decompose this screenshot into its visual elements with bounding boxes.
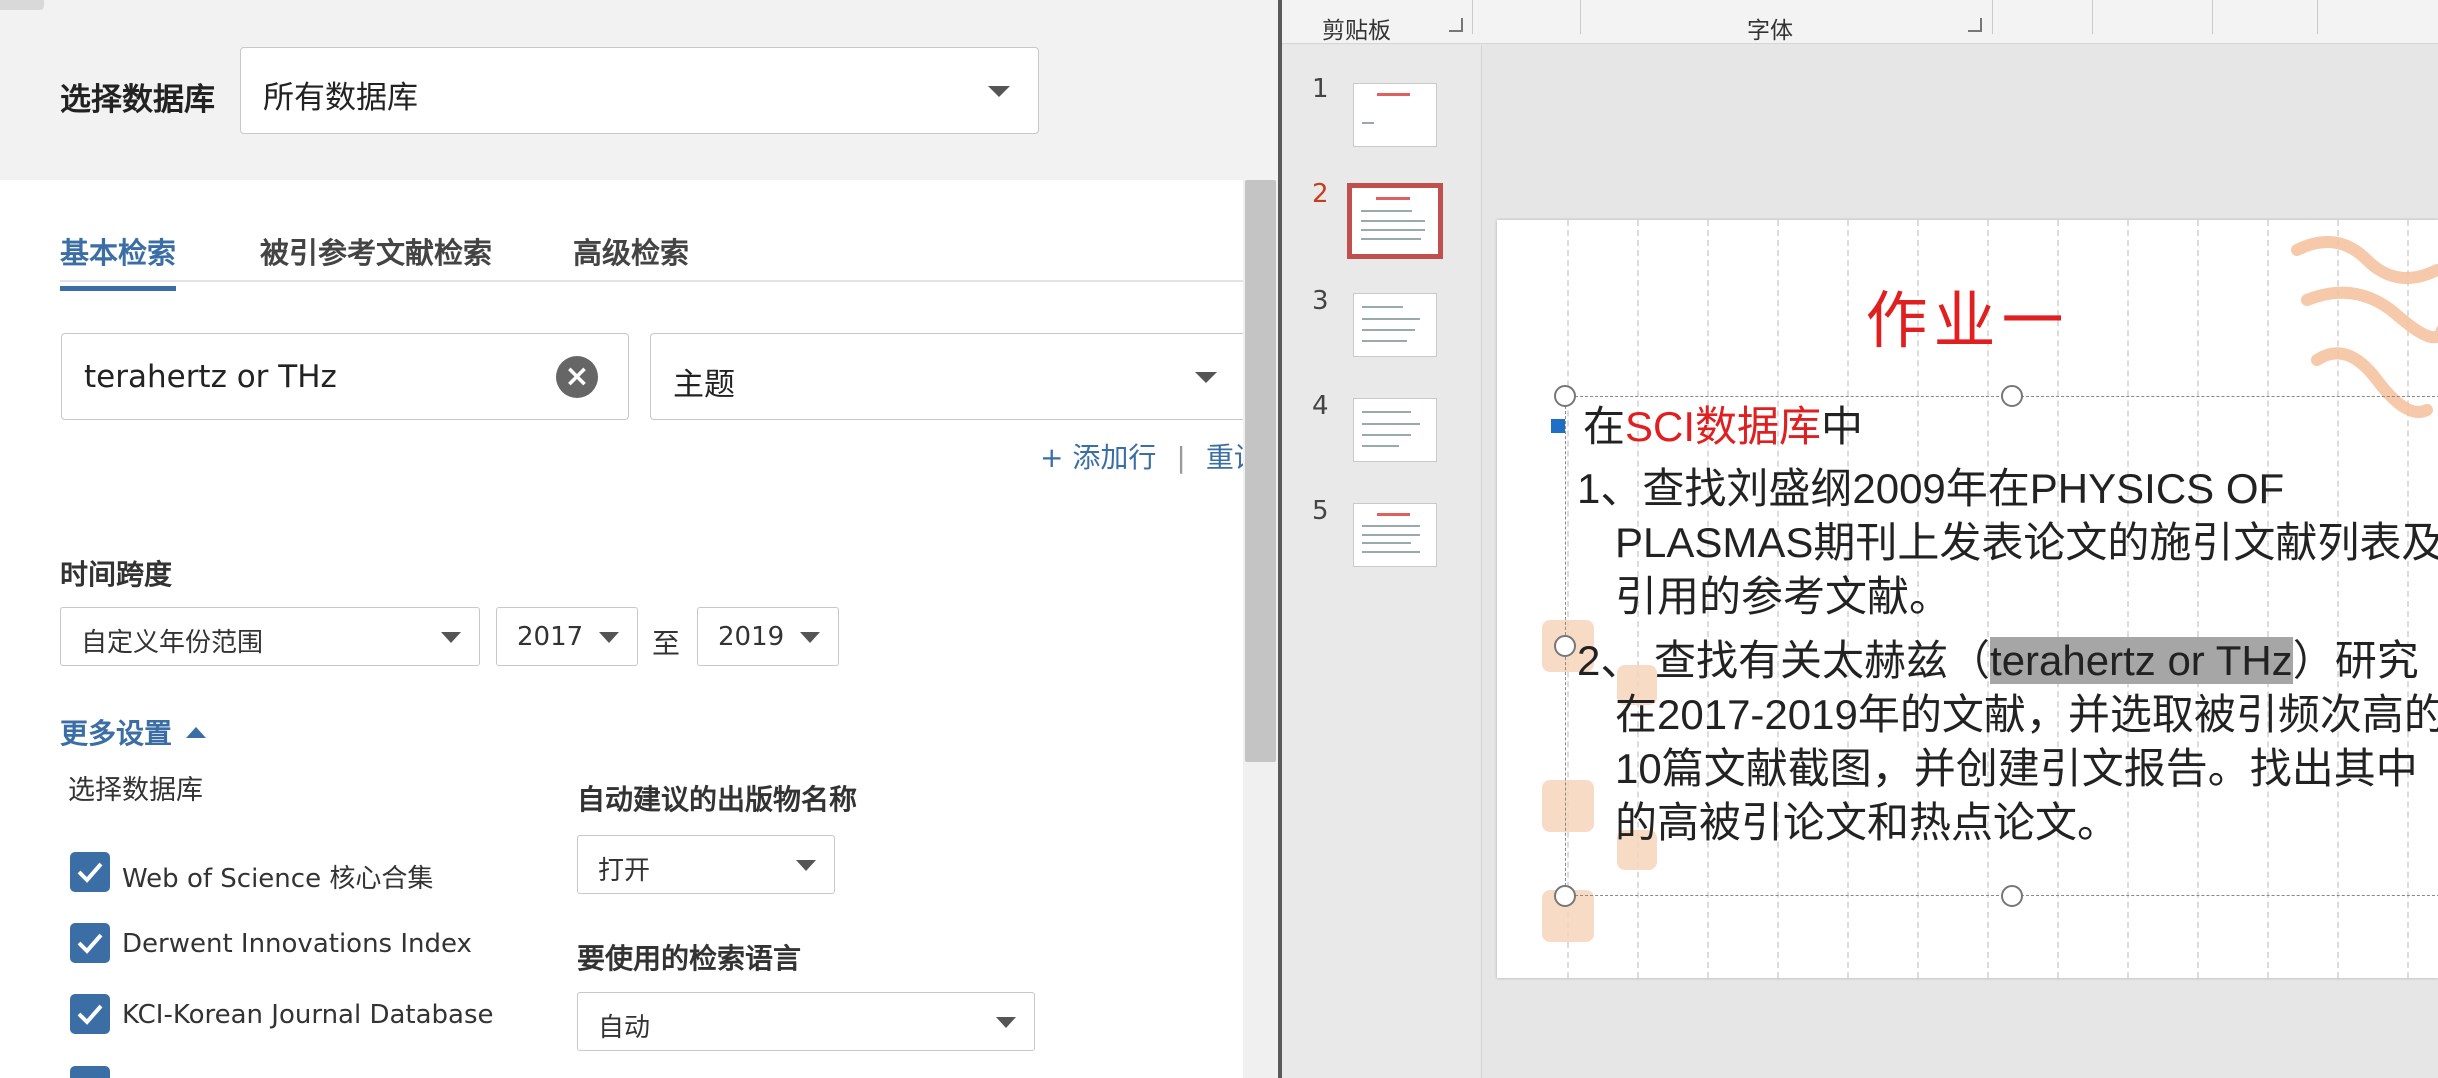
tab-basic-search[interactable]: 基本检索 bbox=[60, 230, 177, 291]
ribbon-group-bar: 剪贴板 字体 bbox=[1282, 0, 2438, 44]
database-label: 选择数据库 bbox=[60, 82, 215, 118]
publication-suggest-value: 打开 bbox=[598, 856, 651, 886]
from-year-value: 2017 bbox=[517, 622, 584, 652]
slide-thumbnail[interactable] bbox=[1353, 503, 1437, 567]
to-label: 至 bbox=[652, 627, 681, 660]
to-year-value: 2019 bbox=[718, 622, 785, 652]
ribbon-separator bbox=[2212, 0, 2213, 34]
bullet-highlight-text: SCI数据库 bbox=[1625, 403, 1822, 450]
slide-number: 5 bbox=[1312, 496, 1329, 526]
ribbon-separator bbox=[2317, 0, 2318, 34]
search-input[interactable]: terahertz or THz × bbox=[61, 333, 629, 420]
row-actions: + 添加行 | 重设 bbox=[1040, 436, 1262, 476]
search-field-value: 主题 bbox=[673, 367, 735, 403]
font-launcher-icon[interactable] bbox=[1968, 18, 1982, 32]
slide-number: 4 bbox=[1312, 391, 1329, 421]
timespan-range-select[interactable]: 自定义年份范围 bbox=[60, 607, 480, 666]
checkbox-checked-icon[interactable] bbox=[70, 994, 110, 1034]
search-language-value: 自动 bbox=[598, 1013, 651, 1043]
resize-handle[interactable] bbox=[1554, 635, 1576, 657]
slide-number: 3 bbox=[1312, 286, 1329, 316]
slide-thumbnail-panel: 1 2 3 4 5 bbox=[1282, 45, 1482, 1078]
publication-suggest-select[interactable]: 打开 bbox=[577, 835, 835, 894]
database-select[interactable]: 所有数据库 bbox=[240, 47, 1039, 134]
search-language-label: 要使用的检索语言 bbox=[577, 942, 802, 975]
chevron-down-icon bbox=[441, 632, 461, 643]
chevron-down-icon bbox=[796, 860, 816, 871]
chevron-down-icon bbox=[988, 86, 1010, 97]
collapse-handle[interactable] bbox=[0, 0, 44, 10]
tab-cited-reference-search[interactable]: 被引参考文献检索 bbox=[260, 230, 492, 286]
resize-handle[interactable] bbox=[1554, 885, 1576, 907]
resize-handle[interactable] bbox=[2001, 885, 2023, 907]
publication-suggest-label: 自动建议的出版物名称 bbox=[577, 783, 858, 816]
bullet-text: 在 bbox=[1583, 403, 1626, 450]
search-field-select[interactable]: 主题 bbox=[650, 333, 1250, 420]
bullet-text: 中 bbox=[1821, 403, 1864, 450]
slide-number: 1 bbox=[1312, 74, 1329, 104]
checkbox-checked-icon[interactable] bbox=[70, 923, 110, 963]
powerpoint-pane: 剪贴板 字体 1 2 3 4 5 作业一 在SCI数据库中 1、查找刘盛纲200… bbox=[1282, 0, 2438, 1078]
selected-text[interactable]: terahertz or THz bbox=[1990, 637, 2293, 684]
bullet-icon bbox=[1551, 418, 1565, 433]
ribbon-separator bbox=[1992, 0, 1993, 34]
chevron-up-icon bbox=[186, 726, 207, 738]
slide-thumbnail-active[interactable] bbox=[1347, 183, 1443, 259]
database-band: 选择数据库 所有数据库 bbox=[0, 0, 1278, 180]
to-year-select[interactable]: 2019 bbox=[697, 607, 839, 666]
chevron-down-icon bbox=[800, 632, 820, 643]
add-row-link[interactable]: + 添加行 bbox=[1040, 441, 1156, 474]
task-item-1: 1、查找刘盛纲2009年在PHYSICS OF PLASMAS期刊上发表论文的施… bbox=[1577, 465, 2438, 620]
chevron-down-icon bbox=[996, 1017, 1016, 1028]
slide-thumbnail[interactable] bbox=[1353, 83, 1437, 147]
database-select-value: 所有数据库 bbox=[263, 80, 418, 116]
more-settings-label: 更多设置 bbox=[60, 717, 173, 750]
chevron-down-icon bbox=[599, 632, 619, 643]
more-settings-toggle[interactable]: 更多设置 bbox=[60, 712, 207, 752]
slide-body-text[interactable]: 在SCI数据库中 1、查找刘盛纲2009年在PHYSICS OF PLASMAS… bbox=[1551, 400, 2438, 850]
chevron-down-icon bbox=[1195, 372, 1217, 383]
checkbox-checked-icon[interactable] bbox=[70, 852, 110, 892]
link-separator: | bbox=[1176, 441, 1186, 474]
clipboard-launcher-icon[interactable] bbox=[1449, 18, 1463, 32]
slide-thumbnail[interactable] bbox=[1353, 293, 1437, 357]
slide-number-active: 2 bbox=[1312, 179, 1329, 209]
database-checkbox-label: KCI-Korean Journal Database bbox=[122, 1000, 494, 1030]
ribbon-separator bbox=[1580, 0, 1581, 34]
clear-icon[interactable]: × bbox=[556, 356, 598, 398]
ribbon-separator bbox=[2092, 0, 2093, 34]
scrollbar-thumb[interactable] bbox=[1245, 180, 1276, 762]
database-checkbox-label: Web of Science 核心合集 bbox=[122, 864, 434, 894]
ribbon-group-clipboard: 剪贴板 bbox=[1322, 18, 1391, 44]
database-checkbox-label: Derwent Innovations Index bbox=[122, 929, 472, 959]
bullet-line: 在SCI数据库中 bbox=[1539, 400, 2438, 454]
ribbon-group-font: 字体 bbox=[1747, 18, 1793, 44]
wos-search-pane: 选择数据库 所有数据库 基本检索 被引参考文献检索 高级检索 terahertz… bbox=[0, 0, 1278, 1078]
slide-title[interactable]: 作业一 bbox=[1497, 270, 2438, 360]
ribbon-separator bbox=[1472, 0, 1473, 34]
search-input-value: terahertz or THz bbox=[84, 359, 337, 395]
slide-canvas[interactable]: 作业一 在SCI数据库中 1、查找刘盛纲2009年在PHYSICS OF PLA… bbox=[1497, 220, 2438, 978]
sub-database-label: 选择数据库 bbox=[68, 775, 203, 806]
tab-advanced-search[interactable]: 高级检索 bbox=[573, 230, 689, 286]
task-item-2: 2、 查找有关太赫兹（terahertz or THz）研究在2017-2019… bbox=[1577, 634, 2438, 850]
slide-thumbnail[interactable] bbox=[1353, 398, 1437, 462]
task-item-2-text: 2、 查找有关太赫兹（ bbox=[1577, 637, 1991, 684]
search-tabs: 基本检索 被引参考文献检索 高级检索 bbox=[60, 220, 1250, 291]
timespan-label: 时间跨度 bbox=[60, 558, 173, 591]
checkbox-checked-icon[interactable] bbox=[70, 1066, 110, 1078]
timespan-range-value: 自定义年份范围 bbox=[81, 628, 264, 658]
search-language-select[interactable]: 自动 bbox=[577, 992, 1035, 1051]
from-year-select[interactable]: 2017 bbox=[496, 607, 638, 666]
